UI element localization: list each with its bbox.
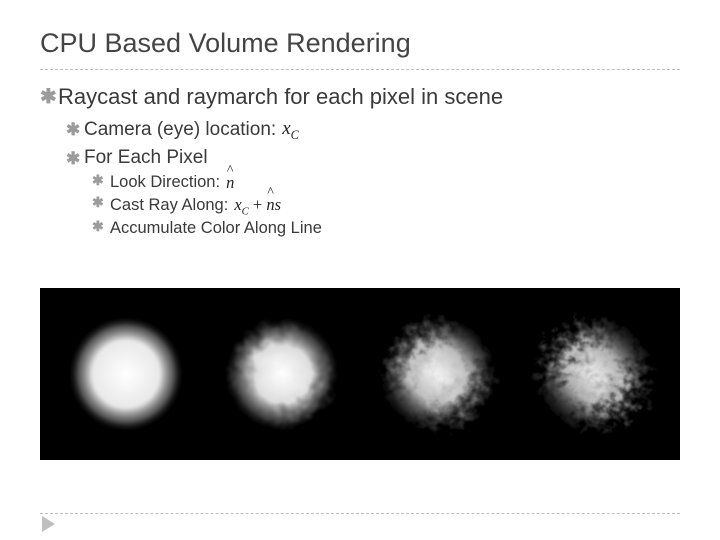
bullet-list-level3: ✱ Look Direction: n ✱ Cast Ray Along: xC…	[92, 173, 680, 238]
bullet-l2-1: ✱ Camera (eye) location: xC	[66, 118, 680, 143]
bullet-l3-1: ✱ Look Direction: n	[92, 173, 680, 193]
footer-divider	[40, 513, 680, 514]
bullet-l3-1-text: Look Direction: n	[110, 173, 234, 193]
bullet-l3-1-label: Look Direction:	[110, 173, 220, 192]
cloud-2	[212, 304, 352, 444]
bullet-list-level2: ✱ Camera (eye) location: xC ✱ For Each P…	[66, 118, 680, 238]
math-ray: xC + ns	[234, 195, 281, 217]
bullet-l2-2: ✱ For Each Pixel	[66, 147, 680, 169]
bullet-l2-1-text: Camera (eye) location: xC	[84, 118, 299, 143]
title-divider	[40, 69, 680, 70]
bullet-marker-icon: ✱	[92, 175, 110, 189]
bullet-l3-3: ✱ Accumulate Color Along Line	[92, 219, 680, 238]
bullet-l3-2-text: Cast Ray Along: xC + ns	[110, 195, 281, 217]
math-nhat-n: n	[226, 173, 234, 193]
bullet-marker-icon: ✱	[92, 221, 110, 235]
slide: CPU Based Volume Rendering ✱ Raycast and…	[0, 0, 720, 540]
bullet-l3-2-label: Cast Ray Along:	[110, 196, 228, 215]
cloud-4	[524, 304, 664, 444]
bullet-l1-1: ✱ Raycast and raymarch for each pixel in…	[40, 84, 680, 110]
bullet-l1-1-text: Raycast and raymarch for each pixel in s…	[58, 84, 503, 110]
bullet-l3-2: ✱ Cast Ray Along: xC + ns	[92, 195, 680, 217]
math-ray-plus: +	[249, 195, 267, 214]
bullet-marker-icon: ✱	[66, 150, 84, 167]
bullet-l2-2-text: For Each Pixel	[84, 147, 208, 169]
bullet-list-level1: ✱ Raycast and raymarch for each pixel in…	[40, 84, 680, 238]
math-ray-x: x	[234, 195, 241, 214]
slide-title: CPU Based Volume Rendering	[40, 28, 680, 65]
math-ray-nhat: n	[266, 195, 274, 215]
bullet-marker-icon: ✱	[40, 87, 58, 107]
math-xC: xC	[282, 118, 299, 143]
cloud-3	[368, 304, 508, 444]
cloud-4-svg	[524, 304, 664, 444]
cloud-3-svg	[368, 304, 508, 444]
cloud-1	[56, 304, 196, 444]
math-ray-x-sub: C	[242, 205, 249, 217]
cloud-2-svg	[212, 304, 352, 444]
math-xC-sub: C	[291, 128, 299, 142]
bullet-marker-icon: ✱	[92, 197, 110, 211]
math-nhat: n	[226, 173, 234, 193]
cloud-1-svg	[56, 304, 196, 444]
math-ray-s: s	[275, 195, 281, 214]
bullet-l2-1-label: Camera (eye) location:	[84, 119, 276, 141]
play-icon	[42, 516, 55, 532]
math-xC-x: x	[282, 118, 290, 139]
bullet-l3-3-text: Accumulate Color Along Line	[110, 219, 322, 238]
rendered-clouds-figure	[40, 288, 680, 460]
bullet-marker-icon: ✱	[66, 121, 84, 138]
